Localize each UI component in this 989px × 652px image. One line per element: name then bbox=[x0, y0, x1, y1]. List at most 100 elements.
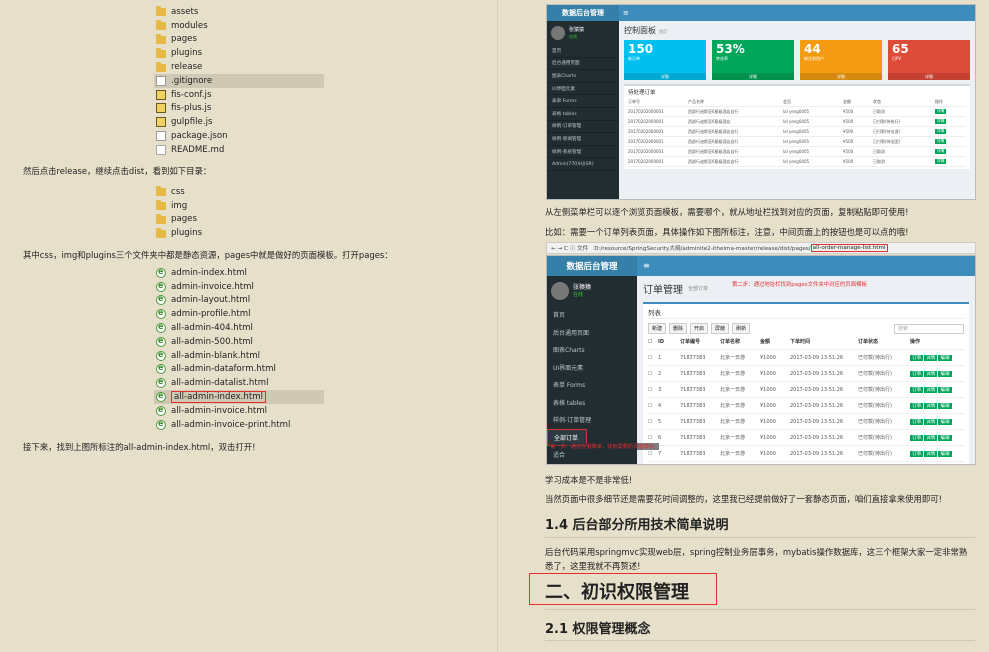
sidebar-item[interactable]: Admin(770)HJ(SR) bbox=[547, 158, 619, 171]
row-checkbox[interactable]: ☐ bbox=[648, 371, 658, 377]
sidebar-item[interactable]: 图表Charts bbox=[547, 341, 637, 359]
row-action-button[interactable]: 编辑 bbox=[938, 450, 952, 457]
sidebar-item[interactable]: 首页 bbox=[547, 306, 637, 324]
file-item[interactable]: all-admin-blank.html bbox=[154, 349, 324, 363]
detail-button[interactable]: 详情 bbox=[935, 119, 947, 124]
sidebar-item[interactable]: 表格 tables bbox=[547, 108, 619, 121]
detail-button[interactable]: 详情 bbox=[935, 129, 947, 134]
row-action-button[interactable]: 详情 bbox=[924, 370, 938, 377]
file-item[interactable]: assets bbox=[154, 5, 324, 19]
table-cell: 71837383 bbox=[680, 418, 706, 425]
search-input[interactable]: 搜索 bbox=[894, 323, 964, 334]
file-item[interactable]: modules bbox=[154, 19, 324, 33]
file-item[interactable]: all-admin-datalist.html bbox=[154, 376, 324, 390]
row-action-button[interactable]: 详情 bbox=[924, 354, 938, 361]
file-item[interactable]: img bbox=[154, 199, 324, 213]
row-checkbox[interactable]: ☐ bbox=[648, 387, 658, 393]
sidebar-item[interactable]: 后台通用页面 bbox=[547, 324, 637, 342]
row-action-button[interactable]: 订单 bbox=[910, 354, 924, 361]
row-action-button[interactable]: 订单 bbox=[910, 418, 924, 425]
sidebar-item[interactable]: 后台通用页面 bbox=[547, 58, 619, 71]
row-action-button[interactable]: 订单 bbox=[910, 434, 924, 441]
sidebar-item[interactable]: 表单 Forms bbox=[547, 95, 619, 108]
file-item[interactable]: all-admin-500.html bbox=[154, 335, 324, 349]
stat-more-link[interactable]: 详细 bbox=[712, 73, 794, 80]
row-action-button[interactable]: 订单 bbox=[910, 370, 924, 377]
row-action-button[interactable]: 编辑 bbox=[938, 434, 952, 441]
sidebar-item[interactable]: UI界面元素 bbox=[547, 359, 637, 377]
detail-button[interactable]: 详情 bbox=[935, 109, 947, 114]
detail-button[interactable]: 详情 bbox=[935, 149, 947, 154]
file-name: fis-plus.js bbox=[171, 103, 212, 114]
row-action-button[interactable]: 编辑 bbox=[938, 402, 952, 409]
row-action-button[interactable]: 订单 bbox=[910, 386, 924, 393]
column-header: 状态 bbox=[873, 98, 881, 104]
file-item[interactable]: all-admin-invoice-print.html bbox=[154, 418, 324, 432]
row-action-button[interactable]: 详情 bbox=[924, 450, 938, 457]
stat-more-link[interactable]: 详细 bbox=[624, 73, 706, 80]
row-action-button[interactable]: 详情 bbox=[924, 402, 938, 409]
file-item[interactable]: all-admin-404.html bbox=[154, 321, 324, 335]
row-action-button[interactable]: 订单 bbox=[910, 402, 924, 409]
file-item[interactable]: plugins bbox=[154, 226, 324, 240]
file-item[interactable]: gulpfile.js bbox=[154, 115, 324, 129]
file-icon bbox=[156, 377, 166, 389]
file-item[interactable]: .gitignore bbox=[154, 73, 324, 88]
browser-address-bar[interactable]: ← → C ⓘ 文件 D:/resource/SpringSecurity大纲/… bbox=[546, 242, 976, 254]
row-checkbox[interactable]: ☐ bbox=[648, 451, 658, 457]
table-cell: ¥1000 bbox=[760, 386, 776, 393]
row-action-button[interactable]: 编辑 bbox=[938, 418, 952, 425]
row-checkbox[interactable]: ☐ bbox=[648, 419, 658, 425]
file-item[interactable]: admin-layout.html bbox=[154, 294, 324, 308]
row-checkbox[interactable]: ☐ bbox=[648, 403, 658, 409]
row-action-button[interactable]: 编辑 bbox=[938, 354, 952, 361]
divider bbox=[545, 640, 975, 641]
sidebar-item[interactable]: 表格 tables bbox=[547, 394, 637, 412]
detail-button[interactable]: 详情 bbox=[935, 159, 947, 164]
sidebar-item[interactable]: 样例-系统管理 bbox=[547, 146, 619, 159]
toolbar-button[interactable]: 删除 bbox=[669, 323, 688, 334]
stat-more-link[interactable]: 详细 bbox=[800, 73, 882, 80]
file-item[interactable]: package.json bbox=[154, 129, 324, 143]
file-item[interactable]: pages bbox=[154, 33, 324, 47]
file-item[interactable]: all-admin-dataform.html bbox=[154, 363, 324, 377]
browser-nav-icons[interactable]: ← → C ⓘ 文件 bbox=[551, 244, 588, 252]
row-action-button[interactable]: 详情 bbox=[924, 418, 938, 425]
row-action-button[interactable]: 详情 bbox=[924, 434, 938, 441]
file-item[interactable]: README.md bbox=[154, 143, 324, 157]
row-checkbox[interactable]: ☐ bbox=[648, 435, 658, 441]
sidebar-item[interactable]: 样例-订单管理 bbox=[547, 411, 637, 429]
sidebar-item[interactable]: 首页 bbox=[547, 45, 619, 58]
select-all-checkbox[interactable]: ☐ bbox=[648, 339, 658, 345]
file-item[interactable]: plugins bbox=[154, 46, 324, 60]
row-action-button[interactable]: 详情 bbox=[924, 386, 938, 393]
file-item[interactable]: all-admin-invoice.html bbox=[154, 404, 324, 418]
sidebar-item[interactable]: 表单 Forms bbox=[547, 376, 637, 394]
row-checkbox[interactable]: ☐ bbox=[648, 355, 658, 361]
sidebar-item[interactable]: 图表Charts bbox=[547, 70, 619, 83]
file-item[interactable]: release bbox=[154, 60, 324, 74]
file-item[interactable]: admin-invoice.html bbox=[154, 280, 324, 294]
file-item[interactable]: pages bbox=[154, 213, 324, 227]
stat-more-link[interactable]: 详细 bbox=[888, 73, 970, 80]
row-action-button[interactable]: 订单 bbox=[910, 450, 924, 457]
file-item[interactable]: fis-conf.js bbox=[154, 88, 324, 102]
toolbar-button[interactable]: 刷新 bbox=[732, 323, 751, 334]
sidebar-item[interactable]: UI界面元素 bbox=[547, 83, 619, 96]
file-item[interactable]: admin-profile.html bbox=[154, 307, 324, 321]
row-action-button[interactable]: 编辑 bbox=[938, 370, 952, 377]
sidebar-item[interactable]: 样例-订单管理 bbox=[547, 121, 619, 134]
menu-toggle-icon[interactable]: ≡ bbox=[643, 261, 650, 270]
menu-toggle-icon[interactable]: ≡ bbox=[623, 9, 629, 17]
detail-button[interactable]: 详情 bbox=[935, 139, 947, 144]
toolbar-button[interactable]: 屏蔽 bbox=[711, 323, 730, 334]
file-item[interactable]: all-admin-index.html bbox=[154, 390, 324, 404]
sidebar-item[interactable]: 样例-新闻管理 bbox=[547, 133, 619, 146]
toolbar-button[interactable]: 开启 bbox=[690, 323, 709, 334]
file-item[interactable]: fis-plus.js bbox=[154, 102, 324, 116]
file-item[interactable]: admin-index.html bbox=[154, 266, 324, 280]
file-item[interactable]: css bbox=[154, 185, 324, 199]
url-file: all-order-manage-list.html bbox=[810, 244, 888, 252]
toolbar-button[interactable]: 新建 bbox=[648, 323, 667, 334]
row-action-button[interactable]: 编辑 bbox=[938, 386, 952, 393]
